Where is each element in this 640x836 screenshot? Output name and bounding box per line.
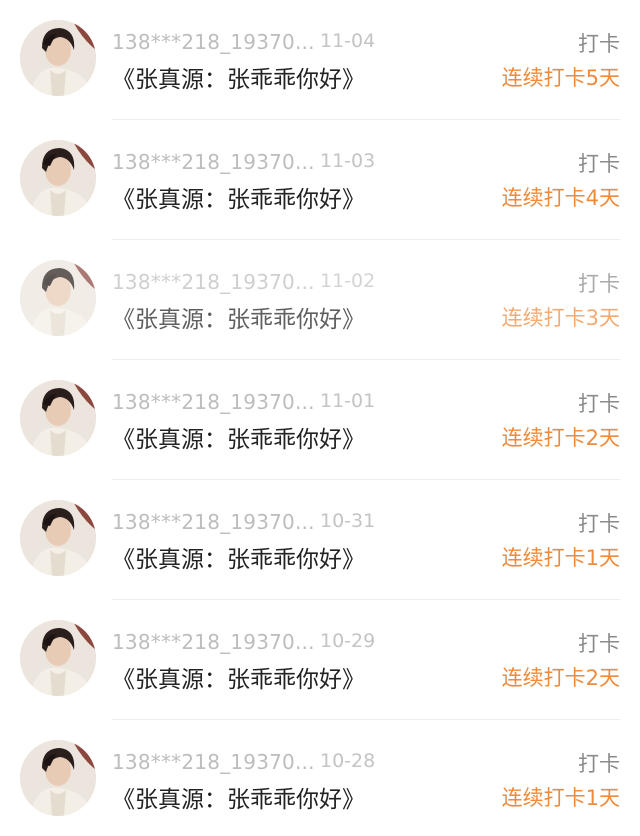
book-title[interactable]: 《张真源：张乖乖你好》	[112, 660, 365, 694]
avatar-portrait-icon	[20, 260, 96, 336]
book-title[interactable]: 《张真源：张乖乖你好》	[112, 180, 365, 214]
record-row[interactable]: 138***218_19370... 11-01 打卡 《张真源：张乖乖你好》 …	[0, 360, 640, 480]
streak-badge: 连续打卡5天	[501, 66, 620, 90]
checkin-date: 10-31	[320, 510, 376, 532]
user-id: 138***218_19370...	[112, 390, 315, 414]
avatar-portrait-icon	[20, 20, 96, 96]
checkin-date: 11-02	[320, 270, 376, 292]
avatar-portrait-icon	[20, 140, 96, 216]
avatar-portrait-icon	[20, 620, 96, 696]
streak-badge: 连续打卡2天	[501, 426, 620, 450]
user-avatar[interactable]	[20, 500, 96, 576]
record-row[interactable]: 138***218_19370... 11-02 打卡 《张真源：张乖乖你好》 …	[0, 240, 640, 360]
checkin-date: 10-29	[320, 630, 376, 652]
checkin-date: 10-28	[320, 750, 376, 772]
book-title[interactable]: 《张真源：张乖乖你好》	[112, 780, 365, 814]
user-id: 138***218_19370...	[112, 30, 315, 54]
user-id: 138***218_19370...	[112, 750, 315, 774]
record-row[interactable]: 138***218_19370... 11-03 打卡 《张真源：张乖乖你好》 …	[0, 120, 640, 240]
book-title[interactable]: 《张真源：张乖乖你好》	[112, 60, 365, 94]
user-id: 138***218_19370...	[112, 270, 315, 294]
checkin-record-list: 138***218_19370... 11-04 打卡 《张真源：张乖乖你好》 …	[0, 0, 640, 836]
streak-badge: 连续打卡3天	[501, 306, 620, 330]
book-title[interactable]: 《张真源：张乖乖你好》	[112, 420, 365, 454]
avatar-portrait-icon	[20, 380, 96, 456]
record-row[interactable]: 138***218_19370... 11-04 打卡 《张真源：张乖乖你好》 …	[0, 0, 640, 120]
user-avatar[interactable]	[20, 20, 96, 96]
book-title[interactable]: 《张真源：张乖乖你好》	[112, 300, 365, 334]
user-id: 138***218_19370...	[112, 510, 315, 534]
checkin-date: 11-04	[320, 30, 376, 52]
streak-badge: 连续打卡1天	[501, 786, 620, 810]
user-id: 138***218_19370...	[112, 630, 315, 654]
avatar-portrait-icon	[20, 740, 96, 816]
record-row[interactable]: 138***218_19370... 10-31 打卡 《张真源：张乖乖你好》 …	[0, 480, 640, 600]
checkin-action-label: 打卡	[578, 152, 620, 176]
user-avatar[interactable]	[20, 380, 96, 456]
book-title[interactable]: 《张真源：张乖乖你好》	[112, 540, 365, 574]
checkin-action-label: 打卡	[578, 272, 620, 296]
streak-badge: 连续打卡2天	[501, 666, 620, 690]
streak-badge: 连续打卡4天	[501, 186, 620, 210]
checkin-action-label: 打卡	[578, 32, 620, 56]
user-avatar[interactable]	[20, 260, 96, 336]
record-row[interactable]: 138***218_19370... 10-28 打卡 《张真源：张乖乖你好》 …	[0, 720, 640, 836]
checkin-action-label: 打卡	[578, 752, 620, 776]
streak-badge: 连续打卡1天	[501, 546, 620, 570]
checkin-date: 11-03	[320, 150, 376, 172]
record-row[interactable]: 138***218_19370... 10-29 打卡 《张真源：张乖乖你好》 …	[0, 600, 640, 720]
checkin-action-label: 打卡	[578, 632, 620, 656]
avatar-portrait-icon	[20, 500, 96, 576]
checkin-action-label: 打卡	[578, 512, 620, 536]
checkin-date: 11-01	[320, 390, 376, 412]
user-id: 138***218_19370...	[112, 150, 315, 174]
user-avatar[interactable]	[20, 620, 96, 696]
user-avatar[interactable]	[20, 740, 96, 816]
user-avatar[interactable]	[20, 140, 96, 216]
checkin-action-label: 打卡	[578, 392, 620, 416]
